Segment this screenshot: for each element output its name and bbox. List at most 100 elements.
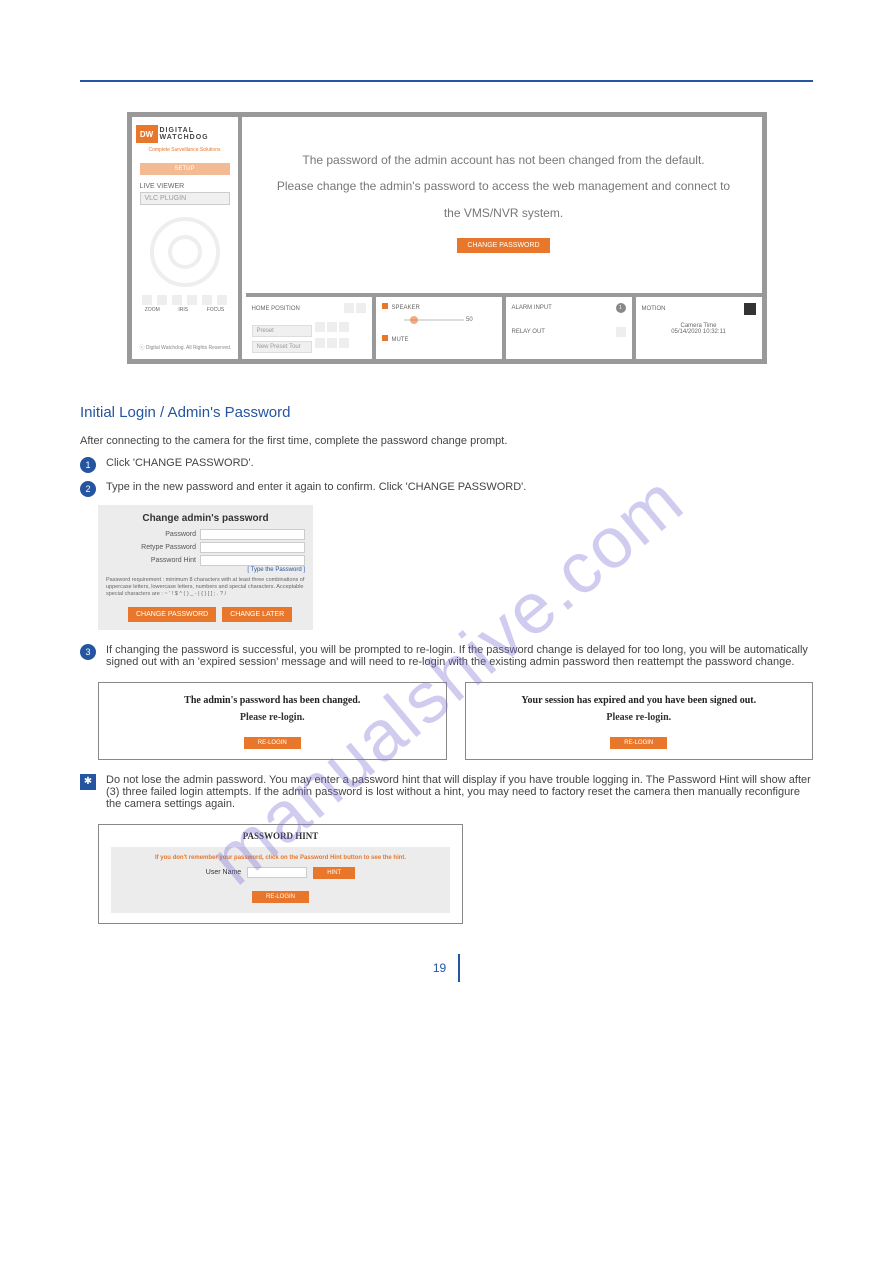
relogin-boxes: The admin's password has been changed. P… [98,682,813,760]
home-set-button[interactable] [344,303,354,313]
logo-line2: WATCHDOG [160,134,209,141]
msg-line3: the VMS/NVR system. [444,200,563,226]
page-footer: 19 [80,954,813,982]
step-1-num: 1 [80,457,96,473]
focus-minus[interactable] [202,295,212,305]
home-run-button[interactable] [356,303,366,313]
plugin-select[interactable]: VLC PLUGIN [140,192,230,205]
hint-input[interactable] [200,555,305,566]
preset-btn3[interactable] [339,322,349,332]
page-number: 19 [433,961,446,975]
left-sidebar: DW DIGITAL WATCHDOG Complete Surveillanc… [132,117,242,359]
mute-icon [382,335,388,341]
message-area: The password of the admin account has no… [246,117,762,293]
speaker-icon [382,303,388,309]
home-position-label: HOME POSITION [252,306,300,312]
relogin2-line2: Please re-login. [474,712,805,723]
relogin1-button[interactable]: RE-LOGIN [244,737,301,749]
motion-icon [744,303,756,315]
tour-btn2[interactable] [327,338,337,348]
password-requirement: Password requirement : minimum 8 charact… [98,575,313,600]
step-2-text: Type in the new password and enter it ag… [106,481,526,493]
intro-text: After connecting to the camera for the f… [80,435,813,447]
speaker-value: 50 [466,317,473,323]
top-divider [80,80,813,82]
relogin2-line1: Your session has expired and you have be… [474,695,805,706]
alarm-panel: ALARM INPUT 1 RELAY OUT [506,297,632,359]
step-1-text: Click 'CHANGE PASSWORD'. [106,457,254,469]
speaker-slider[interactable] [404,319,464,321]
password-input[interactable] [200,529,305,540]
logo-line1: DIGITAL [160,127,209,134]
note-icon: ✱ [80,774,96,790]
alarm-input-label: ALARM INPUT [512,305,552,311]
hint-relogin-button[interactable]: RE-LOGIN [252,891,309,903]
mute-label: MUTE [392,337,409,343]
password-hint-box: PASSWORD HINT If you don't remember your… [98,824,463,924]
focus-label: FOCUS [207,307,225,313]
motion-panel: MOTION Camera Time 05/14/2020 10:32:11 [636,297,762,359]
username-label: User Name [206,869,241,876]
change-password-button[interactable]: CHANGE PASSWORD [457,238,549,253]
iris-plus[interactable] [187,295,197,305]
step-2-num: 2 [80,481,96,497]
logo-mark: DW [136,125,158,143]
step-2: 2 Type in the new password and enter it … [80,481,813,497]
logo: DW DIGITAL WATCHDOG [136,125,234,143]
focus-plus[interactable] [217,295,227,305]
change-password-submit[interactable]: CHANGE PASSWORD [128,607,216,622]
change-password-dialog: Change admin's password Password Retype … [98,505,313,629]
hint-box-title: PASSWORD HINT [99,831,462,841]
step-3-text: If changing the password is successful, … [106,644,813,668]
change-later-button[interactable]: CHANGE LATER [222,607,292,622]
zoom-minus[interactable] [142,295,152,305]
home-position-panel: HOME POSITION Preset New Preset Tour [246,297,372,359]
hint-box-warn: If you don't remember your password, cli… [119,855,442,861]
dialog-title: Change admin's password [98,509,313,528]
logo-tagline: Complete Surveillance Solutions [136,147,234,153]
camera-ui-screenshot: DW DIGITAL WATCHDOG Complete Surveillanc… [127,112,767,364]
username-input[interactable] [247,867,307,878]
iris-label: IRIS [178,307,188,313]
camera-time-value: 05/14/2020 10:32:11 [642,329,756,335]
speaker-label: SPEAKER [392,305,420,311]
preset-tour-select[interactable]: New Preset Tour [252,341,312,353]
msg-line1: The password of the admin account has no… [302,147,704,173]
type-password-link[interactable]: [ Type the Password ] [98,567,313,575]
step-1: 1 Click 'CHANGE PASSWORD'. [80,457,813,473]
note-text: Do not lose the admin password. You may … [106,774,813,810]
preset-btn1[interactable] [315,322,325,332]
footer-bar [458,954,460,982]
relogin1-line1: The admin's password has been changed. [107,695,438,706]
alarm-badge: 1 [616,303,626,313]
copyright: ⓒ Digital Watchdog. All Rights Reserved. [136,344,234,351]
password-label: Password [106,531,196,538]
hint-button[interactable]: HINT [313,867,355,879]
hint-label: Password Hint [106,557,196,564]
zoom-label: ZOOM [145,307,160,313]
retype-input[interactable] [200,542,305,553]
speaker-panel: SPEAKER 50 MUTE [376,297,502,359]
note: ✱ Do not lose the admin password. You ma… [80,774,813,810]
relogin-box-expired: Your session has expired and you have be… [465,682,814,760]
relay-out-label: RELAY OUT [512,329,545,335]
setup-button[interactable]: SETUP [140,163,230,175]
zoom-plus[interactable] [157,295,167,305]
relogin2-button[interactable]: RE-LOGIN [610,737,667,749]
preset-btn2[interactable] [327,322,337,332]
ptz-wheel[interactable] [150,217,220,287]
tour-btn1[interactable] [315,338,325,348]
iris-minus[interactable] [172,295,182,305]
preset-select[interactable]: Preset [252,325,312,337]
live-viewer-label: LIVE VIEWER [140,183,230,190]
step-3-num: 3 [80,644,96,660]
relogin-box-changed: The admin's password has been changed. P… [98,682,447,760]
retype-label: Retype Password [106,544,196,551]
ptz-small-buttons [136,295,234,305]
tour-btn3[interactable] [339,338,349,348]
motion-label: MOTION [642,306,666,312]
section-title: Initial Login / Admin's Password [80,404,813,421]
step-3: 3 If changing the password is successful… [80,644,813,668]
msg-line2: Please change the admin's password to ac… [277,173,730,199]
relay-toggle[interactable] [616,327,626,337]
